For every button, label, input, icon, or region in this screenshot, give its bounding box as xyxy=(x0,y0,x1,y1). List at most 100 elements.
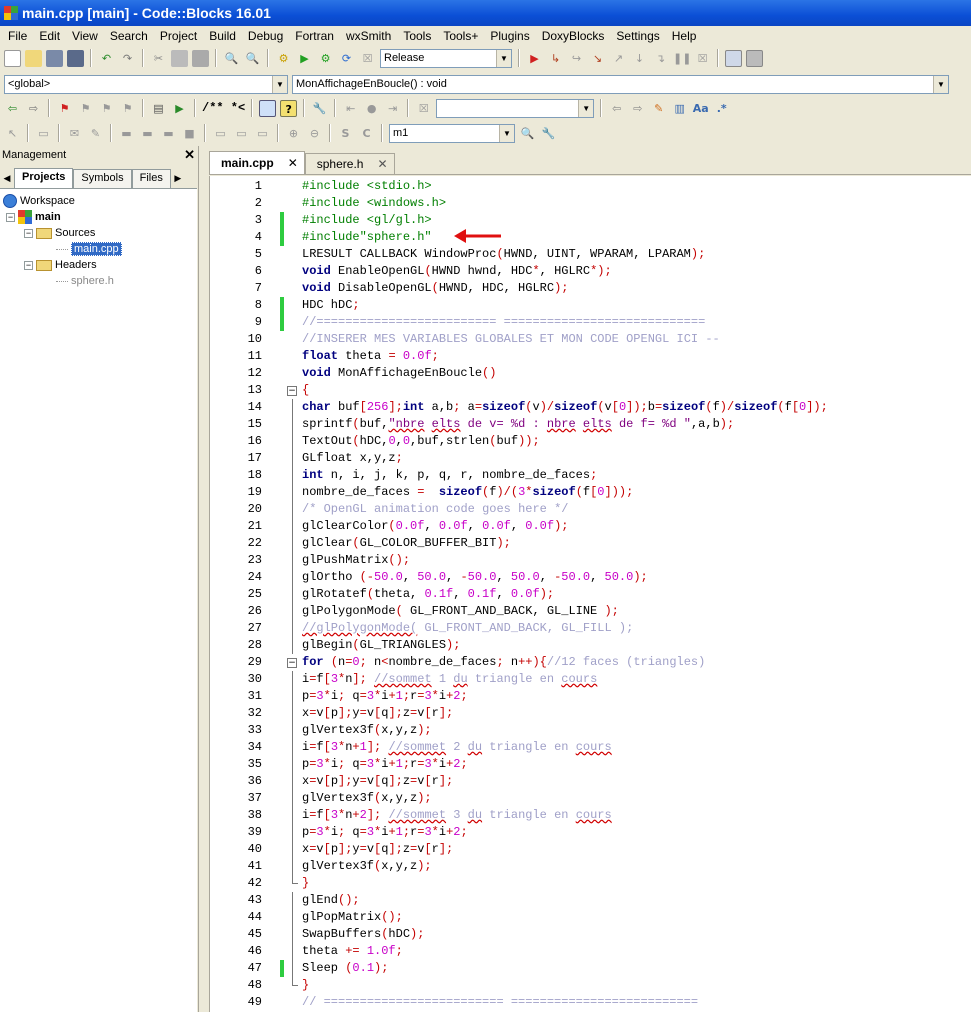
code-line[interactable]: 12 void MonAffichageEnBoucle() xyxy=(210,365,971,382)
code-line[interactable]: 28 glBegin(GL_TRIANGLES); xyxy=(210,637,971,654)
code-line[interactable]: 48} xyxy=(210,977,971,994)
run-chm-icon[interactable]: ? xyxy=(280,99,298,117)
find-unit-icon[interactable]: 🔍 xyxy=(519,125,536,142)
code-line[interactable]: 8 HDC hDC; xyxy=(210,297,971,314)
code-line[interactable]: 43 glEnd(); xyxy=(210,892,971,909)
widget-3-icon[interactable]: ▭ xyxy=(254,125,271,142)
code-line[interactable]: 27 //glPolygonMode( GL_FRONT_AND_BACK, GL… xyxy=(210,620,971,637)
tree-folder-headers[interactable]: − Headers xyxy=(24,257,97,273)
selected-text-only-icon[interactable]: ▥ xyxy=(671,100,688,117)
rebuild-icon[interactable]: ⟳ xyxy=(338,50,355,67)
menu-fortran[interactable]: Fortran xyxy=(289,29,340,43)
widget-2-icon[interactable]: ▭ xyxy=(233,125,250,142)
tree-workspace[interactable]: Workspace xyxy=(3,193,75,209)
code-line[interactable]: 29− for (n=0; n<nombre_de_faces; n++){//1… xyxy=(210,654,971,671)
menu-settings[interactable]: Settings xyxy=(610,29,665,43)
layout-4-icon[interactable]: ■ xyxy=(181,125,198,142)
code-line[interactable]: 4 #include"sphere.h" xyxy=(210,229,971,246)
jump-forward-icon[interactable]: ⇨ xyxy=(25,100,42,117)
code-line[interactable]: 18 int n, i, j, k, p, q, r, nombre_de_fac… xyxy=(210,467,971,484)
paste-icon[interactable] xyxy=(192,49,209,67)
layout-1-icon[interactable]: ▬ xyxy=(118,125,135,142)
code-line[interactable]: 49 // ========================= =========… xyxy=(210,994,971,1011)
config-wrench-icon[interactable]: 🔧 xyxy=(311,100,328,117)
fold-toggle-icon[interactable]: − xyxy=(287,386,297,396)
code-line[interactable]: 20 /* OpenGL animation code goes here */ xyxy=(210,501,971,518)
code-line[interactable]: 13 −{ xyxy=(210,382,971,399)
code-line[interactable]: 46 theta += 1.0f; xyxy=(210,943,971,960)
code-line[interactable]: 36 x=v[p];y=v[q];z=v[r]; xyxy=(210,773,971,790)
pointer-icon[interactable]: ↖ xyxy=(4,125,21,142)
menu-tools[interactable]: Tools xyxy=(397,29,437,43)
code-line[interactable]: 40 x=v[p];y=v[q];z=v[r]; xyxy=(210,841,971,858)
tree-file-main-cpp[interactable]: main.cpp xyxy=(56,241,122,257)
code-line[interactable]: 26 glPolygonMode( GL_FRONT_AND_BACK, GL_L… xyxy=(210,603,971,620)
tree-file-sphere-h[interactable]: sphere.h xyxy=(56,273,114,289)
code-line[interactable]: 10 //INSERER MES VARIABLES GLOBALES ET MO… xyxy=(210,331,971,348)
panel-icon[interactable]: ▭ xyxy=(35,125,52,142)
zoom-in-icon[interactable]: ⊕ xyxy=(285,125,302,142)
code-line[interactable]: 23 glPushMatrix(); xyxy=(210,552,971,569)
function-select[interactable]: MonAffichageEnBoucle() : void ▼ xyxy=(292,74,949,94)
next-line-icon[interactable]: ↪ xyxy=(568,50,585,67)
code-line[interactable]: 21 glClearColor(0.0f, 0.0f, 0.0f, 0.0f); xyxy=(210,518,971,535)
copy-icon[interactable] xyxy=(171,49,188,67)
code-line[interactable]: 31 p=3*i; q=3*i+1;r=3*i+2; xyxy=(210,688,971,705)
code-line[interactable]: 25 glRotatef(theta, 0.1f, 0.1f, 0.0f); xyxy=(210,586,971,603)
code-line[interactable]: 2 #include <windows.h> xyxy=(210,195,971,212)
match-case-icon[interactable]: Aa xyxy=(692,100,709,117)
menu-build[interactable]: Build xyxy=(203,29,242,43)
build-gear-icon[interactable]: ⚙ xyxy=(275,50,292,67)
menu-doxyblocks[interactable]: DoxyBlocks xyxy=(536,29,611,43)
collapse-icon[interactable]: − xyxy=(6,212,15,222)
menu-search[interactable]: Search xyxy=(104,29,154,43)
run-to-cursor-icon[interactable]: ↳ xyxy=(547,50,564,67)
c-icon[interactable]: C xyxy=(358,125,375,142)
code-line[interactable]: 42} xyxy=(210,875,971,892)
code-line[interactable]: 15 sprintf(buf,"nbre elts de v= %d : nbre… xyxy=(210,416,971,433)
code-line[interactable]: 37 glVertex3f(x,y,z); xyxy=(210,790,971,807)
jump-back-icon[interactable]: ⇦ xyxy=(4,100,21,117)
record-icon[interactable]: ● xyxy=(363,100,380,117)
step-into-instruction-icon[interactable]: ↴ xyxy=(652,50,669,67)
widget-1-icon[interactable]: ▭ xyxy=(212,125,229,142)
open-folder-icon[interactable] xyxy=(25,49,42,67)
settings-wrench-icon[interactable]: 🔧 xyxy=(540,125,557,142)
run-html-icon[interactable] xyxy=(259,99,277,117)
find-icon[interactable]: 🔍 xyxy=(223,50,240,67)
code-line[interactable]: 33 glVertex3f(x,y,z); xyxy=(210,722,971,739)
code-line[interactable]: 39 p=3*i; q=3*i+1;r=3*i+2; xyxy=(210,824,971,841)
mail-icon[interactable]: ✉ xyxy=(66,125,83,142)
menu-debug[interactable]: Debug xyxy=(242,29,289,43)
code-line[interactable]: 19 nombre_de_faces = sizeof(f)/(3*sizeof(… xyxy=(210,484,971,501)
unit-select[interactable]: m1 ▼ xyxy=(389,123,515,143)
zoom-out-icon[interactable]: ⊖ xyxy=(306,125,323,142)
code-line[interactable]: 17 GLfloat x,y,z; xyxy=(210,450,971,467)
step-out-icon[interactable]: ↗ xyxy=(610,50,627,67)
layout-2-icon[interactable]: ▬ xyxy=(139,125,156,142)
code-editor[interactable]: 1 #include <stdio.h> 2 #include <windows.h>… xyxy=(209,176,971,1012)
code-line[interactable]: 45 SwapBuffers(hDC); xyxy=(210,926,971,943)
code-line[interactable]: 41 glVertex3f(x,y,z); xyxy=(210,858,971,875)
close-icon[interactable]: ✕ xyxy=(288,156,298,170)
code-line[interactable]: 7 void DisableOpenGL(HWND, HDC, HGLRC); xyxy=(210,280,971,297)
scope-select[interactable]: <global> ▼ xyxy=(4,74,288,94)
highlight-icon[interactable]: ✎ xyxy=(650,100,667,117)
menu-view[interactable]: View xyxy=(66,29,104,43)
prev-match-icon[interactable]: ⇤ xyxy=(342,100,359,117)
menu-plugins[interactable]: Plugins xyxy=(484,29,535,43)
menu-project[interactable]: Project xyxy=(154,29,203,43)
code-line[interactable]: 3 #include <gl/gl.h> xyxy=(210,212,971,229)
menu-tools-plus[interactable]: Tools+ xyxy=(437,29,484,43)
save-all-icon[interactable] xyxy=(67,49,84,67)
build-target-select[interactable]: Release ▼ xyxy=(380,48,512,68)
code-line[interactable]: 35 p=3*i; q=3*i+1;r=3*i+2; xyxy=(210,756,971,773)
close-icon[interactable]: ✕ xyxy=(184,147,195,163)
code-line[interactable]: 5 LRESULT CALLBACK WindowProc(HWND, UINT,… xyxy=(210,246,971,263)
regex-icon[interactable]: .* xyxy=(713,100,730,117)
build-and-run-icon[interactable]: ⚙ xyxy=(317,50,334,67)
extract-docs-icon[interactable]: ▶ xyxy=(171,100,188,117)
code-line[interactable]: 6 void EnableOpenGL(HWND hwnd, HDC*, HGLR… xyxy=(210,263,971,280)
collapse-icon[interactable]: − xyxy=(24,260,33,270)
new-file-icon[interactable] xyxy=(4,49,21,67)
